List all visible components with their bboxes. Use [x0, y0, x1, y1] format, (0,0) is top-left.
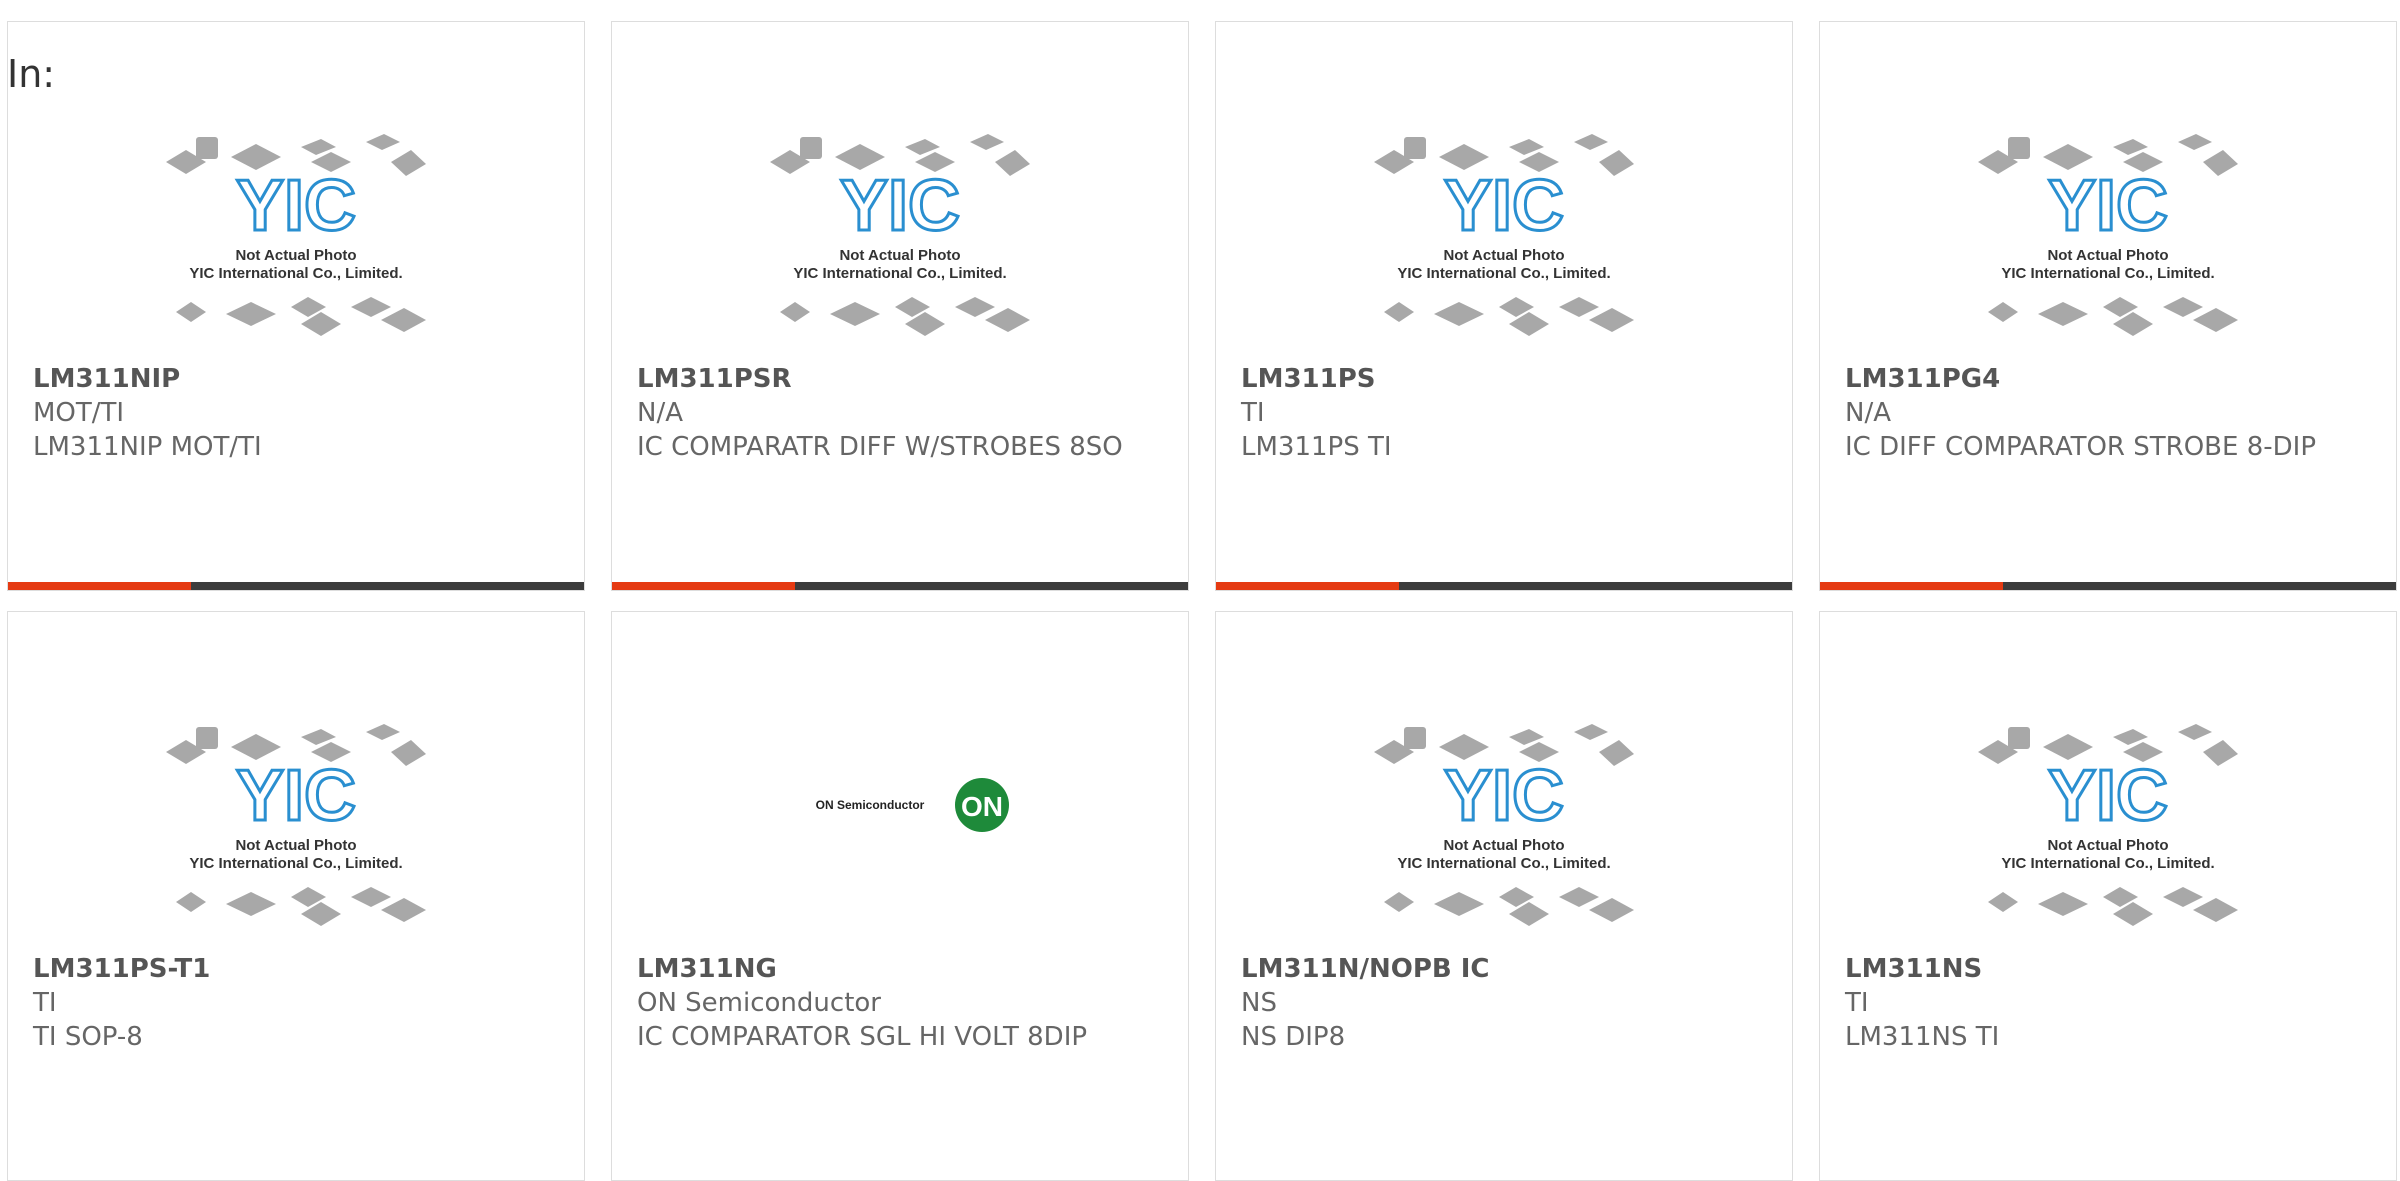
- product-card[interactable]: YIC Not Actual Photo YIC International C…: [7, 21, 585, 591]
- product-info: LM311PS-T1 TI TI SOP-8: [33, 952, 544, 1054]
- filter-label: In:: [7, 52, 56, 96]
- description: IC COMPARATOR SGL HI VOLT 8DIP: [637, 1022, 1088, 1052]
- part-number[interactable]: LM311NG: [637, 952, 1148, 986]
- product-info: LM311NG ON Semiconductor IC COMPARATOR S…: [637, 952, 1148, 1054]
- product-info: LM311PG4 N/A IC DIFF COMPARATOR STROBE 8…: [1845, 362, 2356, 464]
- svg-text:YIC International Co., Limited: YIC International Co., Limited.: [189, 855, 402, 872]
- svg-text:Not Actual Photo: Not Actual Photo: [1443, 837, 1564, 854]
- manufacturer: N/A: [1845, 398, 1891, 428]
- svg-text:ON Semiconductor: ON Semiconductor: [816, 798, 925, 812]
- placeholder-chip-icon: YIC Not Actual Photo YIC International C…: [1978, 724, 2238, 926]
- product-image: ON Semiconductor ON: [612, 692, 1188, 962]
- part-number[interactable]: LM311PSR: [637, 362, 1148, 396]
- manufacturer: TI: [1241, 398, 1265, 428]
- description: LM311NS TI: [1845, 1022, 2000, 1052]
- manufacturer: NS: [1241, 988, 1277, 1018]
- product-card[interactable]: ON Semiconductor ON LM311NG ON Semicondu…: [611, 611, 1189, 1181]
- description: LM311PS TI: [1241, 432, 1392, 462]
- svg-text:YIC: YIC: [236, 756, 356, 836]
- product-info: LM311NIP MOT/TI LM311NIP MOT/TI: [33, 362, 544, 464]
- svg-text:YIC International Co., Limited: YIC International Co., Limited.: [1397, 265, 1610, 282]
- card-bar: [1820, 582, 2396, 590]
- svg-text:Not Actual Photo: Not Actual Photo: [2047, 247, 2168, 264]
- svg-text:Not Actual Photo: Not Actual Photo: [235, 247, 356, 264]
- description: IC DIFF COMPARATOR STROBE 8-DIP: [1845, 432, 2316, 462]
- product-image: YIC Not Actual Photo YIC International C…: [1216, 102, 1792, 372]
- svg-text:YIC International Co., Limited: YIC International Co., Limited.: [793, 265, 1006, 282]
- part-number[interactable]: LM311NIP: [33, 362, 544, 396]
- svg-text:YIC International Co., Limited: YIC International Co., Limited.: [2001, 855, 2214, 872]
- svg-text:YIC: YIC: [1444, 166, 1564, 246]
- svg-text:Not Actual Photo: Not Actual Photo: [2047, 837, 2168, 854]
- manufacturer: TI: [1845, 988, 1869, 1018]
- description: TI SOP-8: [33, 1022, 143, 1052]
- description: IC COMPARATR DIFF W/STROBES 8SO: [637, 432, 1123, 462]
- product-info: LM311PS TI LM311PS TI: [1241, 362, 1752, 464]
- product-card[interactable]: YIC Not Actual Photo YIC International C…: [1215, 21, 1793, 591]
- manufacturer: TI: [33, 988, 57, 1018]
- svg-text:YIC: YIC: [1444, 756, 1564, 836]
- svg-text:Not Actual Photo: Not Actual Photo: [839, 247, 960, 264]
- part-number[interactable]: LM311PG4: [1845, 362, 2356, 396]
- product-card[interactable]: YIC Not Actual Photo YIC International C…: [1215, 611, 1793, 1181]
- product-card[interactable]: YIC Not Actual Photo YIC International C…: [1819, 21, 2397, 591]
- svg-text:YIC: YIC: [2048, 166, 2168, 246]
- placeholder-chip-icon: YIC Not Actual Photo YIC International C…: [166, 134, 426, 336]
- product-info: LM311PSR N/A IC COMPARATR DIFF W/STROBES…: [637, 362, 1148, 464]
- description: LM311NIP MOT/TI: [33, 432, 262, 462]
- svg-text:YIC International Co., Limited: YIC International Co., Limited.: [2001, 265, 2214, 282]
- product-info: LM311N/NOPB IC NS NS DIP8: [1241, 952, 1752, 1054]
- product-image: YIC Not Actual Photo YIC International C…: [1216, 692, 1792, 962]
- placeholder-chip-icon: YIC Not Actual Photo YIC International C…: [1374, 724, 1634, 926]
- product-image: YIC Not Actual Photo YIC International C…: [8, 692, 584, 962]
- product-card[interactable]: YIC Not Actual Photo YIC International C…: [611, 21, 1189, 591]
- placeholder-chip-icon: YIC Not Actual Photo YIC International C…: [1374, 134, 1634, 336]
- product-image: YIC Not Actual Photo YIC International C…: [8, 102, 584, 372]
- product-image: YIC Not Actual Photo YIC International C…: [1820, 102, 2396, 372]
- manufacturer: ON Semiconductor: [637, 988, 881, 1018]
- svg-text:YIC: YIC: [236, 166, 356, 246]
- svg-text:YIC: YIC: [840, 166, 960, 246]
- part-number[interactable]: LM311N/NOPB IC: [1241, 952, 1752, 986]
- product-card[interactable]: YIC Not Actual Photo YIC International C…: [1819, 611, 2397, 1181]
- card-bar: [8, 582, 584, 590]
- product-info: LM311NS TI LM311NS TI: [1845, 952, 2356, 1054]
- placeholder-chip-icon: YIC Not Actual Photo YIC International C…: [770, 134, 1030, 336]
- product-image: YIC Not Actual Photo YIC International C…: [1820, 692, 2396, 962]
- part-number[interactable]: LM311PS-T1: [33, 952, 544, 986]
- on-semiconductor-logo-icon: ON Semiconductor ON: [816, 778, 1009, 832]
- part-number[interactable]: LM311NS: [1845, 952, 2356, 986]
- description: NS DIP8: [1241, 1022, 1346, 1052]
- product-card[interactable]: YIC Not Actual Photo YIC International C…: [7, 611, 585, 1181]
- manufacturer: MOT/TI: [33, 398, 125, 428]
- placeholder-chip-icon: YIC Not Actual Photo YIC International C…: [1978, 134, 2238, 336]
- svg-text:Not Actual Photo: Not Actual Photo: [1443, 247, 1564, 264]
- svg-text:YIC International Co., Limited: YIC International Co., Limited.: [189, 265, 402, 282]
- manufacturer: N/A: [637, 398, 683, 428]
- product-image: YIC Not Actual Photo YIC International C…: [612, 102, 1188, 372]
- svg-text:Not Actual Photo: Not Actual Photo: [235, 837, 356, 854]
- svg-text:YIC International Co., Limited: YIC International Co., Limited.: [1397, 855, 1610, 872]
- card-bar: [612, 582, 1188, 590]
- svg-text:ON: ON: [961, 791, 1003, 822]
- card-bar: [1216, 582, 1792, 590]
- svg-text:YIC: YIC: [2048, 756, 2168, 836]
- placeholder-chip-icon: YIC Not Actual Photo YIC International C…: [166, 724, 426, 926]
- part-number[interactable]: LM311PS: [1241, 362, 1752, 396]
